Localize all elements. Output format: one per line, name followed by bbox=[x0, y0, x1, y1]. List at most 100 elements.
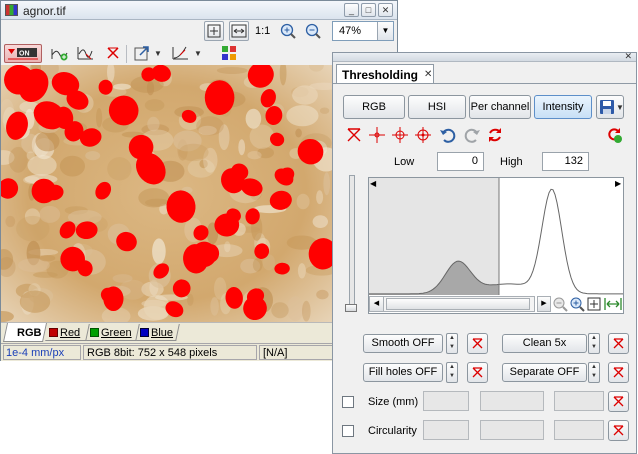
zoom-in-button[interactable] bbox=[279, 22, 297, 40]
image-canvas[interactable] bbox=[1, 65, 333, 322]
tissue-texture bbox=[147, 116, 160, 132]
scale-status: 1e-4 mm/px bbox=[3, 345, 81, 360]
nucleus-overlay bbox=[103, 286, 124, 311]
hist-zoom-in-button[interactable] bbox=[569, 296, 585, 312]
fill-holes-spinner[interactable]: ▲ ▼ bbox=[446, 362, 458, 383]
add-selection-button[interactable] bbox=[50, 44, 70, 62]
zoom-select[interactable]: 47% ▼ bbox=[332, 21, 394, 41]
reset-threshold-icon bbox=[347, 128, 361, 142]
scroll-right-icon[interactable]: ▶ bbox=[537, 296, 551, 312]
left-scroll-arrow-icon[interactable]: ◀ bbox=[370, 179, 377, 188]
clean-spinner[interactable]: ▲ ▼ bbox=[588, 333, 600, 354]
tissue-texture bbox=[286, 105, 319, 127]
circularity-min-field bbox=[423, 420, 469, 440]
vertical-slider-thumb[interactable] bbox=[345, 304, 357, 312]
fit-window-button[interactable] bbox=[204, 21, 224, 41]
tab-close-icon[interactable]: ✕ bbox=[424, 69, 432, 80]
size-label: Size (mm) bbox=[368, 396, 419, 408]
tissue-texture bbox=[316, 289, 329, 300]
close-icon[interactable]: ✕ bbox=[378, 3, 393, 17]
tissue-texture bbox=[271, 302, 289, 319]
grid-button[interactable] bbox=[220, 44, 238, 62]
fit-width-button[interactable] bbox=[229, 21, 249, 41]
export-button[interactable] bbox=[133, 44, 151, 62]
fill-holes-reset-button[interactable] bbox=[467, 362, 488, 383]
separate-reset-button[interactable] bbox=[608, 362, 629, 383]
size-checkbox[interactable] bbox=[342, 396, 354, 408]
redo-button[interactable] bbox=[463, 126, 481, 144]
image-window-titlebar: agnor.tif _ □ ✕ bbox=[1, 1, 397, 20]
fit-window-icon bbox=[207, 24, 221, 38]
histogram-view[interactable]: ◀ ▶ bbox=[368, 177, 624, 314]
mode-rgb-button[interactable]: RGB bbox=[343, 95, 405, 119]
clear-overlay-button[interactable] bbox=[104, 44, 122, 62]
size-reset-button[interactable] bbox=[608, 391, 629, 412]
histogram-button[interactable] bbox=[76, 44, 96, 62]
size-max-field bbox=[554, 391, 604, 411]
panel-grip[interactable]: ✕ bbox=[333, 51, 636, 62]
scrollbar-thumb[interactable] bbox=[386, 298, 530, 310]
threshold-panel: ✕ Thresholding ✕ RGB HSI Per channel Int… bbox=[332, 51, 637, 454]
overlay-toggle-button[interactable]: ON bbox=[4, 44, 42, 63]
high-value-field[interactable]: 132 bbox=[542, 152, 589, 171]
zoom-out-button[interactable] bbox=[304, 22, 322, 40]
fit-width-icon bbox=[231, 24, 247, 38]
tissue-texture bbox=[187, 293, 194, 306]
circularity-reset-button[interactable] bbox=[608, 420, 629, 441]
chevron-down-icon[interactable]: ▼ bbox=[377, 22, 393, 40]
histogram-scrollbar[interactable]: ◀ bbox=[369, 296, 535, 312]
undo-button[interactable] bbox=[439, 126, 457, 144]
scroll-left-icon[interactable]: ◀ bbox=[370, 297, 384, 311]
pick-pixel-button[interactable] bbox=[368, 126, 386, 144]
clean-button[interactable]: Clean 5x bbox=[502, 334, 587, 353]
refresh-button[interactable] bbox=[486, 126, 504, 144]
tissue-texture bbox=[19, 290, 51, 313]
auto-threshold-button[interactable] bbox=[605, 126, 623, 144]
maximize-icon[interactable]: □ bbox=[361, 3, 376, 17]
low-value-field[interactable]: 0 bbox=[437, 152, 484, 171]
circularity-slider-field bbox=[480, 420, 544, 440]
right-scroll-arrow-icon[interactable]: ▶ bbox=[615, 179, 622, 188]
tab-thresholding[interactable]: Thresholding ✕ bbox=[336, 64, 434, 84]
save-dropdown-icon[interactable]: ▼ bbox=[616, 103, 624, 112]
curve-dropdown-icon[interactable]: ▼ bbox=[194, 49, 202, 58]
curve-button[interactable] bbox=[171, 44, 191, 62]
hist-fit-button[interactable] bbox=[586, 296, 602, 312]
fill-holes-button[interactable]: Fill holes OFF bbox=[363, 363, 443, 382]
undo-icon bbox=[440, 128, 456, 143]
fit-icon bbox=[587, 297, 601, 311]
mode-per-channel-button[interactable]: Per channel bbox=[469, 95, 531, 119]
green-swatch-icon bbox=[90, 328, 99, 337]
smooth-reset-button[interactable] bbox=[467, 333, 488, 354]
blue-swatch-icon bbox=[140, 328, 149, 337]
hist-fit-width-button[interactable] bbox=[604, 296, 622, 312]
panel-close-icon[interactable]: ✕ bbox=[624, 51, 632, 62]
save-button[interactable]: ▼ bbox=[596, 95, 624, 119]
tissue-texture bbox=[312, 215, 328, 229]
mode-intensity-button[interactable]: Intensity bbox=[534, 95, 592, 119]
add-pixel-button[interactable] bbox=[391, 126, 409, 144]
smooth-button[interactable]: Smooth OFF bbox=[363, 334, 443, 353]
refresh-icon bbox=[489, 128, 501, 142]
remove-pixel-button[interactable] bbox=[414, 126, 432, 144]
tissue-texture bbox=[247, 151, 262, 160]
zoom-reset-button[interactable]: 1:1 bbox=[255, 25, 270, 37]
minimize-icon[interactable]: _ bbox=[344, 3, 359, 17]
export-icon bbox=[134, 46, 149, 61]
clean-reset-button[interactable] bbox=[608, 333, 629, 354]
circularity-checkbox[interactable] bbox=[342, 425, 354, 437]
reset-threshold-button[interactable] bbox=[345, 126, 363, 144]
vertical-zoom-slider[interactable] bbox=[349, 175, 355, 305]
tissue-texture bbox=[210, 297, 219, 316]
separate-spinner[interactable]: ▲ ▼ bbox=[588, 362, 600, 383]
separate-button[interactable]: Separate OFF bbox=[502, 363, 587, 382]
reset-icon bbox=[613, 367, 624, 378]
export-dropdown-icon[interactable]: ▼ bbox=[154, 49, 162, 58]
save-icon bbox=[600, 100, 614, 114]
smooth-spinner[interactable]: ▲ ▼ bbox=[446, 333, 458, 354]
hist-zoom-out-button[interactable] bbox=[552, 296, 568, 312]
reset-icon bbox=[613, 425, 624, 436]
mode-hsi-button[interactable]: HSI bbox=[408, 95, 466, 119]
threshold-range-shade bbox=[369, 178, 499, 295]
circularity-max-field bbox=[554, 420, 604, 440]
